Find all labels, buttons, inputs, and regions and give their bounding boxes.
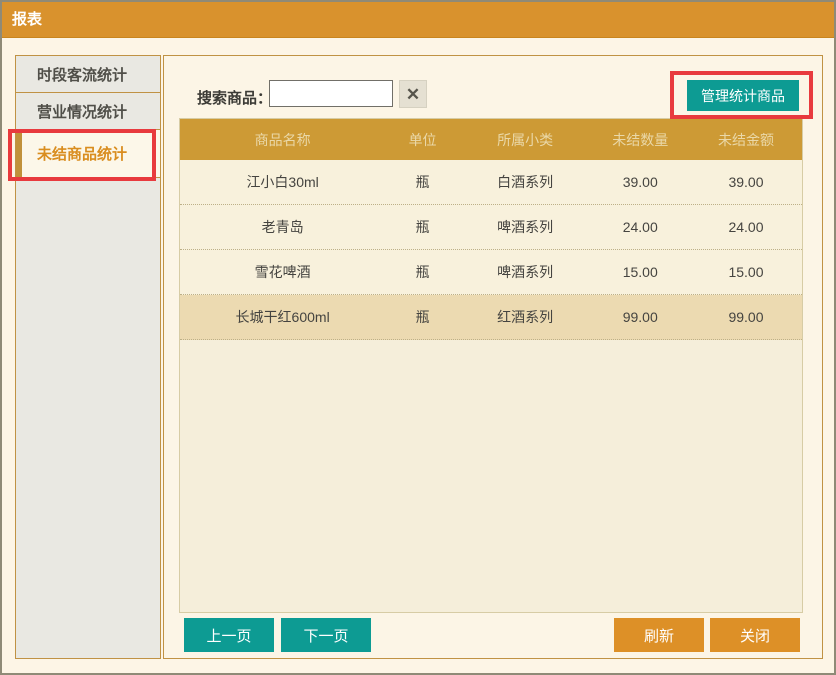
refresh-button[interactable]: 刷新 — [614, 618, 704, 652]
cell-unsettled-amount: 15.00 — [690, 264, 802, 280]
table-row[interactable]: 雪花啤酒 瓶 啤酒系列 15.00 15.00 — [180, 250, 802, 295]
prev-page-button[interactable]: 上一页 — [184, 618, 274, 652]
table-header-row: 商品名称 单位 所属小类 未结数量 未结金额 — [180, 119, 802, 160]
cell-unsettled-qty: 24.00 — [590, 219, 690, 235]
column-header-subcategory: 所属小类 — [460, 130, 591, 150]
clear-search-button[interactable]: ✕ — [399, 80, 427, 108]
cell-product-name: 长城干红600ml — [180, 307, 385, 327]
cell-subcategory: 红酒系列 — [460, 307, 591, 327]
search-input[interactable] — [269, 80, 393, 107]
cell-unsettled-qty: 99.00 — [590, 309, 690, 325]
table-row-selected[interactable]: 长城干红600ml 瓶 红酒系列 99.00 99.00 — [180, 295, 802, 340]
cell-subcategory: 白酒系列 — [460, 172, 591, 192]
main-panel: 搜索商品： ✕ 管理统计商品 商品名称 单位 所属小类 未结数量 未结金额 江小… — [163, 55, 823, 659]
column-header-unit: 单位 — [385, 130, 460, 150]
window-title: 报表 — [2, 2, 834, 38]
sidebar-item-label: 未结商品统计 — [37, 143, 127, 164]
sidebar-item-time-traffic-stats[interactable]: 时段客流统计 — [16, 56, 160, 93]
cell-unit: 瓶 — [385, 172, 460, 192]
column-header-unsettled-qty: 未结数量 — [590, 130, 690, 150]
close-icon: ✕ — [406, 86, 420, 103]
sidebar-item-unsettled-goods-stats[interactable]: 未结商品统计 — [16, 130, 160, 178]
manage-stat-goods-button[interactable]: 管理统计商品 — [687, 80, 799, 111]
cell-subcategory: 啤酒系列 — [460, 262, 591, 282]
cell-product-name: 老青岛 — [180, 217, 385, 237]
cell-product-name: 江小白30ml — [180, 172, 385, 192]
cell-subcategory: 啤酒系列 — [460, 217, 591, 237]
cell-unit: 瓶 — [385, 217, 460, 237]
cell-unsettled-qty: 15.00 — [590, 264, 690, 280]
next-page-button[interactable]: 下一页 — [281, 618, 371, 652]
cell-unsettled-amount: 24.00 — [690, 219, 802, 235]
column-header-product-name: 商品名称 — [180, 130, 385, 150]
cell-unsettled-qty: 39.00 — [590, 174, 690, 190]
cell-unit: 瓶 — [385, 307, 460, 327]
search-label: 搜索商品： — [197, 87, 272, 108]
cell-unsettled-amount: 99.00 — [690, 309, 802, 325]
cell-unsettled-amount: 39.00 — [690, 174, 802, 190]
reports-window: 报表 时段客流统计 营业情况统计 未结商品统计 搜索商品： ✕ 管理统计商品 商… — [0, 0, 836, 675]
sidebar: 时段客流统计 营业情况统计 未结商品统计 — [15, 55, 161, 659]
cell-unit: 瓶 — [385, 262, 460, 282]
sidebar-item-label: 时段客流统计 — [37, 64, 127, 85]
unsettled-goods-table: 商品名称 单位 所属小类 未结数量 未结金额 江小白30ml 瓶 白酒系列 39… — [179, 118, 803, 613]
table-row[interactable]: 老青岛 瓶 啤酒系列 24.00 24.00 — [180, 205, 802, 250]
cell-product-name: 雪花啤酒 — [180, 262, 385, 282]
table-row[interactable]: 江小白30ml 瓶 白酒系列 39.00 39.00 — [180, 160, 802, 205]
sidebar-item-label: 营业情况统计 — [37, 101, 127, 122]
sidebar-item-business-stats[interactable]: 营业情况统计 — [16, 93, 160, 130]
column-header-unsettled-amount: 未结金额 — [690, 130, 802, 150]
close-button[interactable]: 关闭 — [710, 618, 800, 652]
